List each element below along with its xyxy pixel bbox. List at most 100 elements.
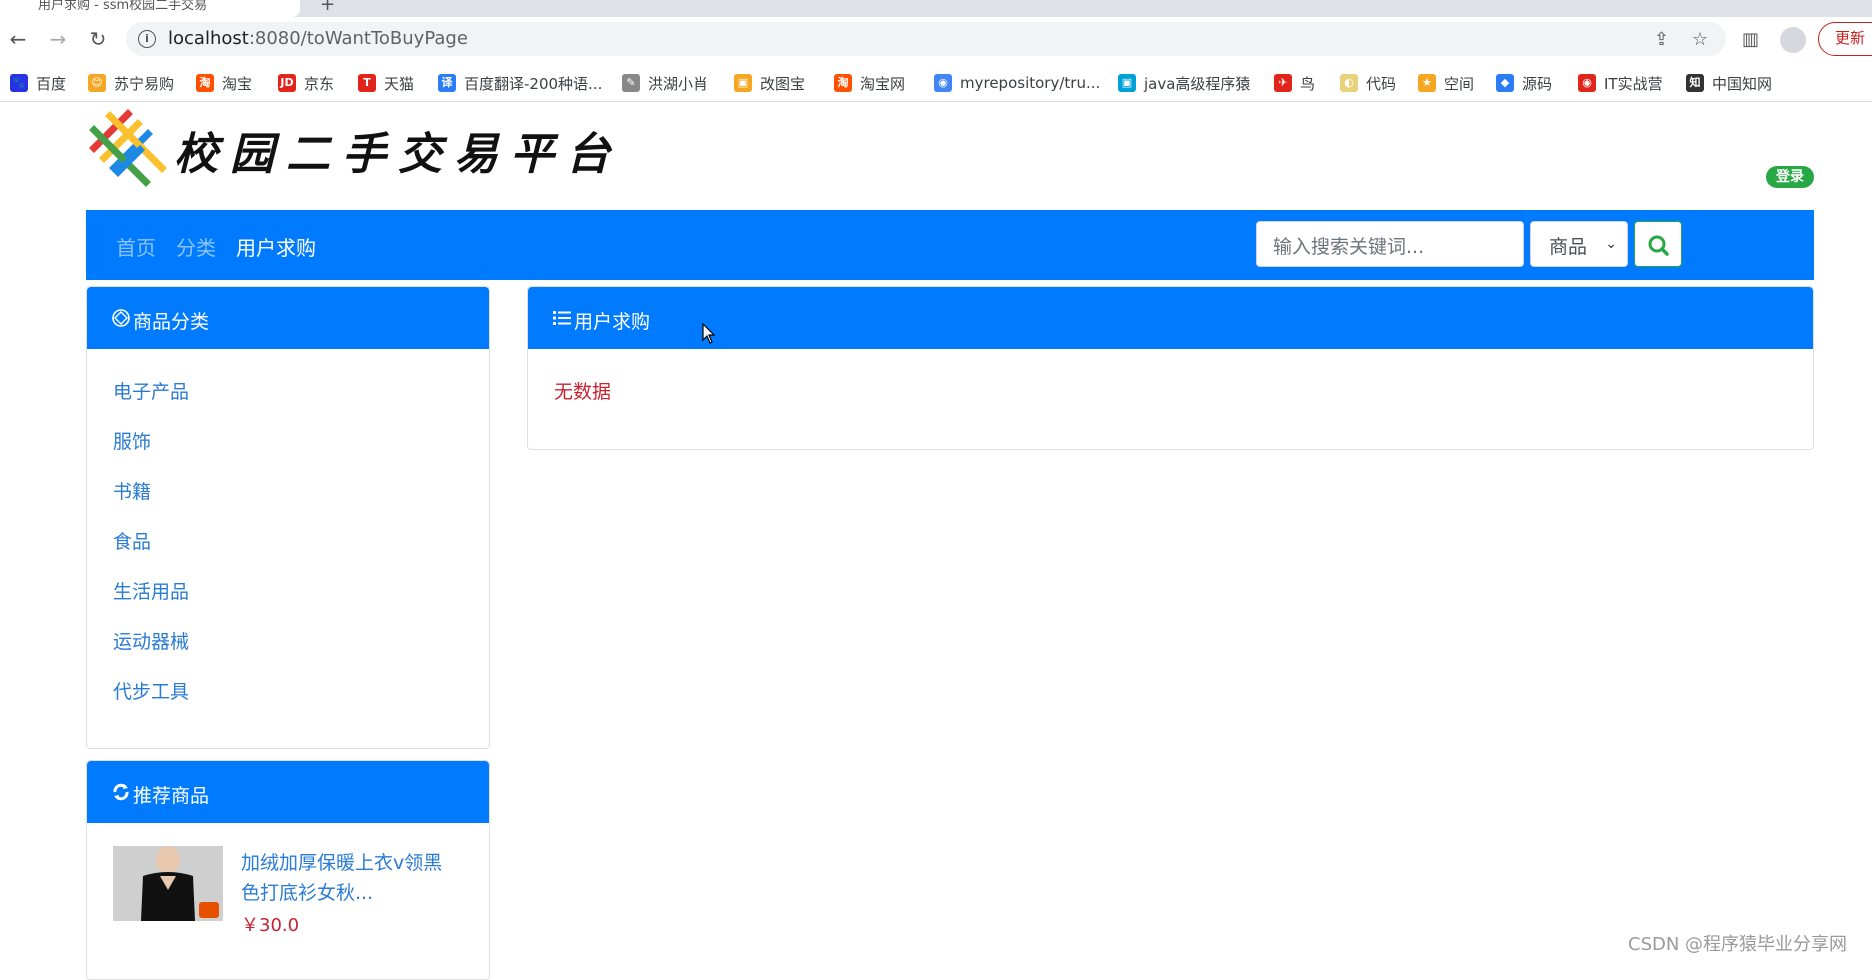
empty-state-text: 无数据 <box>554 381 612 403</box>
nav-link-category[interactable]: 分类 <box>176 232 216 261</box>
bookmark-label: 苏宁易购 <box>114 74 175 93</box>
bird-icon: ✈ <box>1274 74 1292 92</box>
new-tab-icon[interactable]: + <box>320 0 335 15</box>
site-info-icon[interactable]: i <box>138 30 156 48</box>
product-name-link[interactable]: 加绒加厚保暖上衣v领黑色打底衫女秋... <box>241 848 451 908</box>
login-badge[interactable]: 登录 <box>1766 166 1814 188</box>
tmall-icon: T <box>358 74 376 92</box>
taobao-icon: 淘 <box>196 74 214 92</box>
bookmark-label: IT实战营 <box>1604 74 1663 93</box>
bookmark-item[interactable]: ▣ java高级程序猿 <box>1118 72 1250 94</box>
bookmark-item[interactable]: 淘淘宝 <box>196 72 252 94</box>
share-icon[interactable]: ⇪ <box>1654 29 1669 50</box>
category-card-title: 商品分类 <box>133 311 210 333</box>
gaitubao-icon: ▣ <box>734 74 752 92</box>
bookmarks-bar: 🐾 百度 😊 苏宁易购淘淘宝 JD 京东 T 天猫译百度翻译-200种语... ✎ 洪湖小肖 ▣ 改图… <box>0 64 1872 102</box>
translate-icon: 译 <box>438 74 456 92</box>
bookmark-item[interactable]: ◆ 源码 <box>1496 72 1552 94</box>
search-placeholder: 输入搜索关键词... <box>1273 236 1425 258</box>
bookmark-item[interactable]: ✈ 鸟 <box>1274 72 1315 94</box>
search-input[interactable]: 输入搜索关键词... <box>1256 221 1524 267</box>
bookmark-label: 百度翻译-200种语... <box>464 74 603 93</box>
back-arrow-icon[interactable]: ← <box>6 27 30 51</box>
bookmark-item[interactable]: ✎ 洪湖小肖 <box>622 72 708 94</box>
bookmark-item[interactable]: 淘淘宝网 <box>834 72 905 94</box>
category-card: 商品分类 电子产品服饰书籍食品生活用品运动器械代步工具 <box>86 286 490 749</box>
watermark-text: CSDN @程序猿毕业分享网 <box>1628 934 1848 955</box>
profile-avatar-icon[interactable] <box>1780 27 1806 53</box>
product-price: ￥30.0 <box>241 915 300 936</box>
product-image[interactable] <box>113 846 223 921</box>
paw-icon: 🐾 <box>10 74 28 92</box>
cnki-icon: 知 <box>1686 74 1704 92</box>
want-to-buy-card: 用户求购 无数据 <box>527 286 1814 450</box>
recommend-card: 推荐商品 加绒加厚保暖上衣v领黑色打底衫女秋... ￥30.0 <box>86 760 490 980</box>
chevron-down-icon: ⌄ <box>1605 236 1617 252</box>
forward-arrow-icon[interactable]: → <box>46 27 70 51</box>
category-link[interactable]: 代步工具 <box>113 677 189 704</box>
category-link[interactable]: 食品 <box>113 527 151 554</box>
category-icon <box>112 309 130 327</box>
reload-icon[interactable]: ↻ <box>86 27 110 51</box>
list-icon <box>553 311 571 325</box>
recommend-card-header: 推荐商品 <box>87 761 489 823</box>
bookmark-item[interactable]: 知中国知网 <box>1686 72 1772 94</box>
bookmark-item[interactable]: 🐾 百度 <box>10 72 66 94</box>
search-type-value: 商品 <box>1549 236 1588 258</box>
recommend-card-title: 推荐商品 <box>133 785 210 807</box>
want-to-buy-card-title: 用户求购 <box>574 311 651 333</box>
jd-icon: JD <box>278 74 296 92</box>
itcamp-icon: ◉ <box>1578 74 1596 92</box>
browser-tabstrip: 用户求购 - ssm校园二手交易 + <box>0 0 1872 17</box>
browser-tab[interactable]: 用户求购 - ssm校园二手交易 <box>0 0 300 17</box>
suning-icon: 😊 <box>88 74 106 92</box>
bird-icon: ✎ <box>622 74 640 92</box>
bookmark-label: 淘宝网 <box>860 74 906 93</box>
bookmark-label: 天猫 <box>384 74 415 93</box>
bookmark-label: java高级程序猿 <box>1144 74 1251 93</box>
qzone-icon: ★ <box>1418 74 1436 92</box>
taobao-icon: 淘 <box>834 74 852 92</box>
chrome-icon: ◉ <box>934 74 952 92</box>
bookmark-item[interactable]: ◐ 代码 <box>1340 72 1396 94</box>
search-icon <box>1648 235 1669 256</box>
bookmark-label: 源码 <box>1522 74 1553 93</box>
bookmark-label: 代码 <box>1366 74 1397 93</box>
category-link[interactable]: 服饰 <box>113 427 151 454</box>
browser-toolbar: ← → ↻ i localhost:8080/toWantToBuyPage ⇪… <box>0 17 1872 64</box>
bookmark-item[interactable]: JD 京东 <box>278 72 334 94</box>
bookmark-item[interactable]: T 天猫 <box>358 72 414 94</box>
search-type-select[interactable]: 商品 ⌄ <box>1530 221 1628 267</box>
bookmark-label: 空间 <box>1444 74 1475 93</box>
bookmark-item[interactable]: 😊 苏宁易购 <box>88 72 174 94</box>
bookmark-label: 百度 <box>36 74 67 93</box>
side-panel-icon[interactable]: ▥ <box>1742 29 1759 50</box>
category-link[interactable]: 书籍 <box>113 477 151 504</box>
url-host: localhost <box>168 28 249 49</box>
nav-link-home[interactable]: 首页 <box>116 232 156 261</box>
bookmark-item[interactable]: ★ 空间 <box>1418 72 1474 94</box>
refresh-icon <box>113 783 129 801</box>
category-link[interactable]: 运动器械 <box>113 627 189 654</box>
url-path: :8080/toWantToBuyPage <box>248 28 468 49</box>
mouse-cursor-icon <box>702 323 716 344</box>
bookmark-label: 淘宝 <box>222 74 253 93</box>
nav-link-want-to-buy[interactable]: 用户求购 <box>236 232 316 261</box>
url-text[interactable]: localhost:8080/toWantToBuyPage <box>168 28 468 49</box>
category-link[interactable]: 生活用品 <box>113 577 189 604</box>
tab-title: 用户求购 - ssm校园二手交易 <box>38 0 208 13</box>
bookmark-label: 鸟 <box>1300 74 1316 93</box>
address-bar[interactable]: i localhost:8080/toWantToBuyPage ⇪ ☆ <box>126 22 1726 56</box>
bookmark-label: myrepository/tru... <box>960 74 1101 92</box>
category-link[interactable]: 电子产品 <box>113 377 189 404</box>
star-icon[interactable]: ☆ <box>1692 29 1708 50</box>
bookmark-item[interactable]: ◉ IT实战营 <box>1578 72 1663 94</box>
code-icon: ◐ <box>1340 74 1358 92</box>
bookmark-item[interactable]: ◉ myrepository/tru... <box>934 72 1100 94</box>
bookmark-item[interactable]: 译百度翻译-200种语... <box>438 72 602 94</box>
main-navbar: 首页 分类 用户求购 输入搜索关键词... 商品 ⌄ <box>86 210 1814 280</box>
bookmark-item[interactable]: ▣ 改图宝 <box>734 72 805 94</box>
update-button[interactable]: 更新 <box>1818 22 1872 56</box>
bookmark-label: 京东 <box>304 74 335 93</box>
search-button[interactable] <box>1634 221 1682 267</box>
